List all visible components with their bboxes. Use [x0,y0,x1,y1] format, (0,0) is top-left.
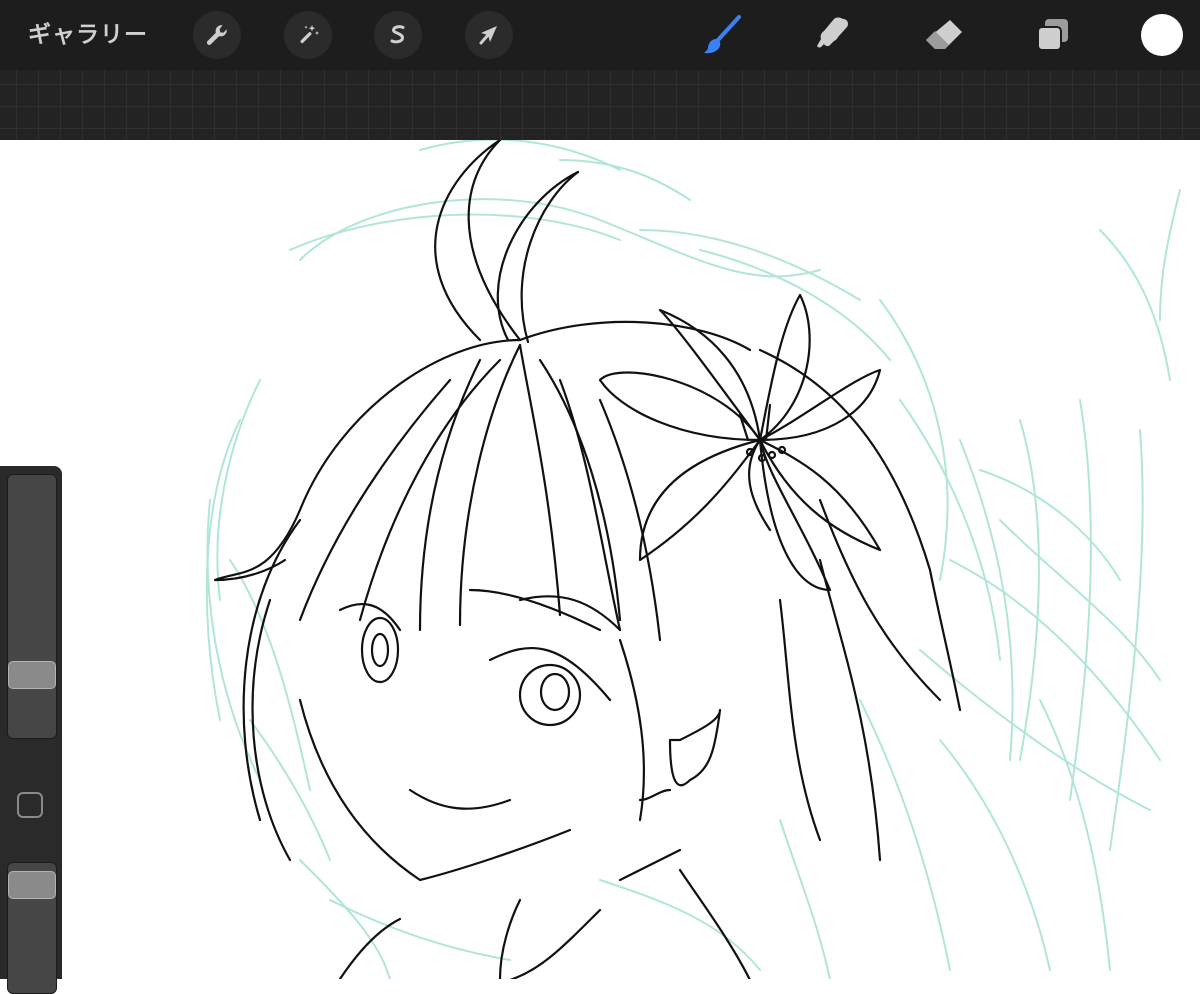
transform-button[interactable] [465,11,513,59]
opacity-slider[interactable] [7,862,57,994]
side-control-panel [0,466,62,994]
artwork-sketch [205,140,1181,979]
drawing-canvas[interactable] [0,140,1200,979]
layers-icon [1037,19,1068,51]
modify-button[interactable] [17,792,43,818]
brush-size-slider[interactable] [7,474,57,739]
brush-button[interactable] [699,11,747,59]
selection-button[interactable] [374,11,422,59]
wrench-icon [206,25,227,45]
gallery-button[interactable]: ギャラリー [28,18,148,52]
adjustments-button[interactable] [284,11,332,59]
brush-icon [704,15,741,54]
eraser-icon [926,20,962,49]
actions-button[interactable] [193,11,241,59]
opacity-slider-thumb[interactable] [8,871,56,899]
smudge-button[interactable] [810,11,858,59]
top-toolbar: ギャラリー [0,0,1200,70]
magic-wand-icon [300,25,319,44]
smudge-finger-icon [817,17,848,48]
arrow-cursor-icon [479,26,497,45]
color-picker-button[interactable] [1141,14,1183,56]
brush-size-slider-thumb[interactable] [8,661,56,689]
canvas-grid-background [0,70,1200,140]
selection-s-icon [390,25,405,44]
layers-button[interactable] [1029,11,1077,59]
eraser-button[interactable] [920,11,968,59]
